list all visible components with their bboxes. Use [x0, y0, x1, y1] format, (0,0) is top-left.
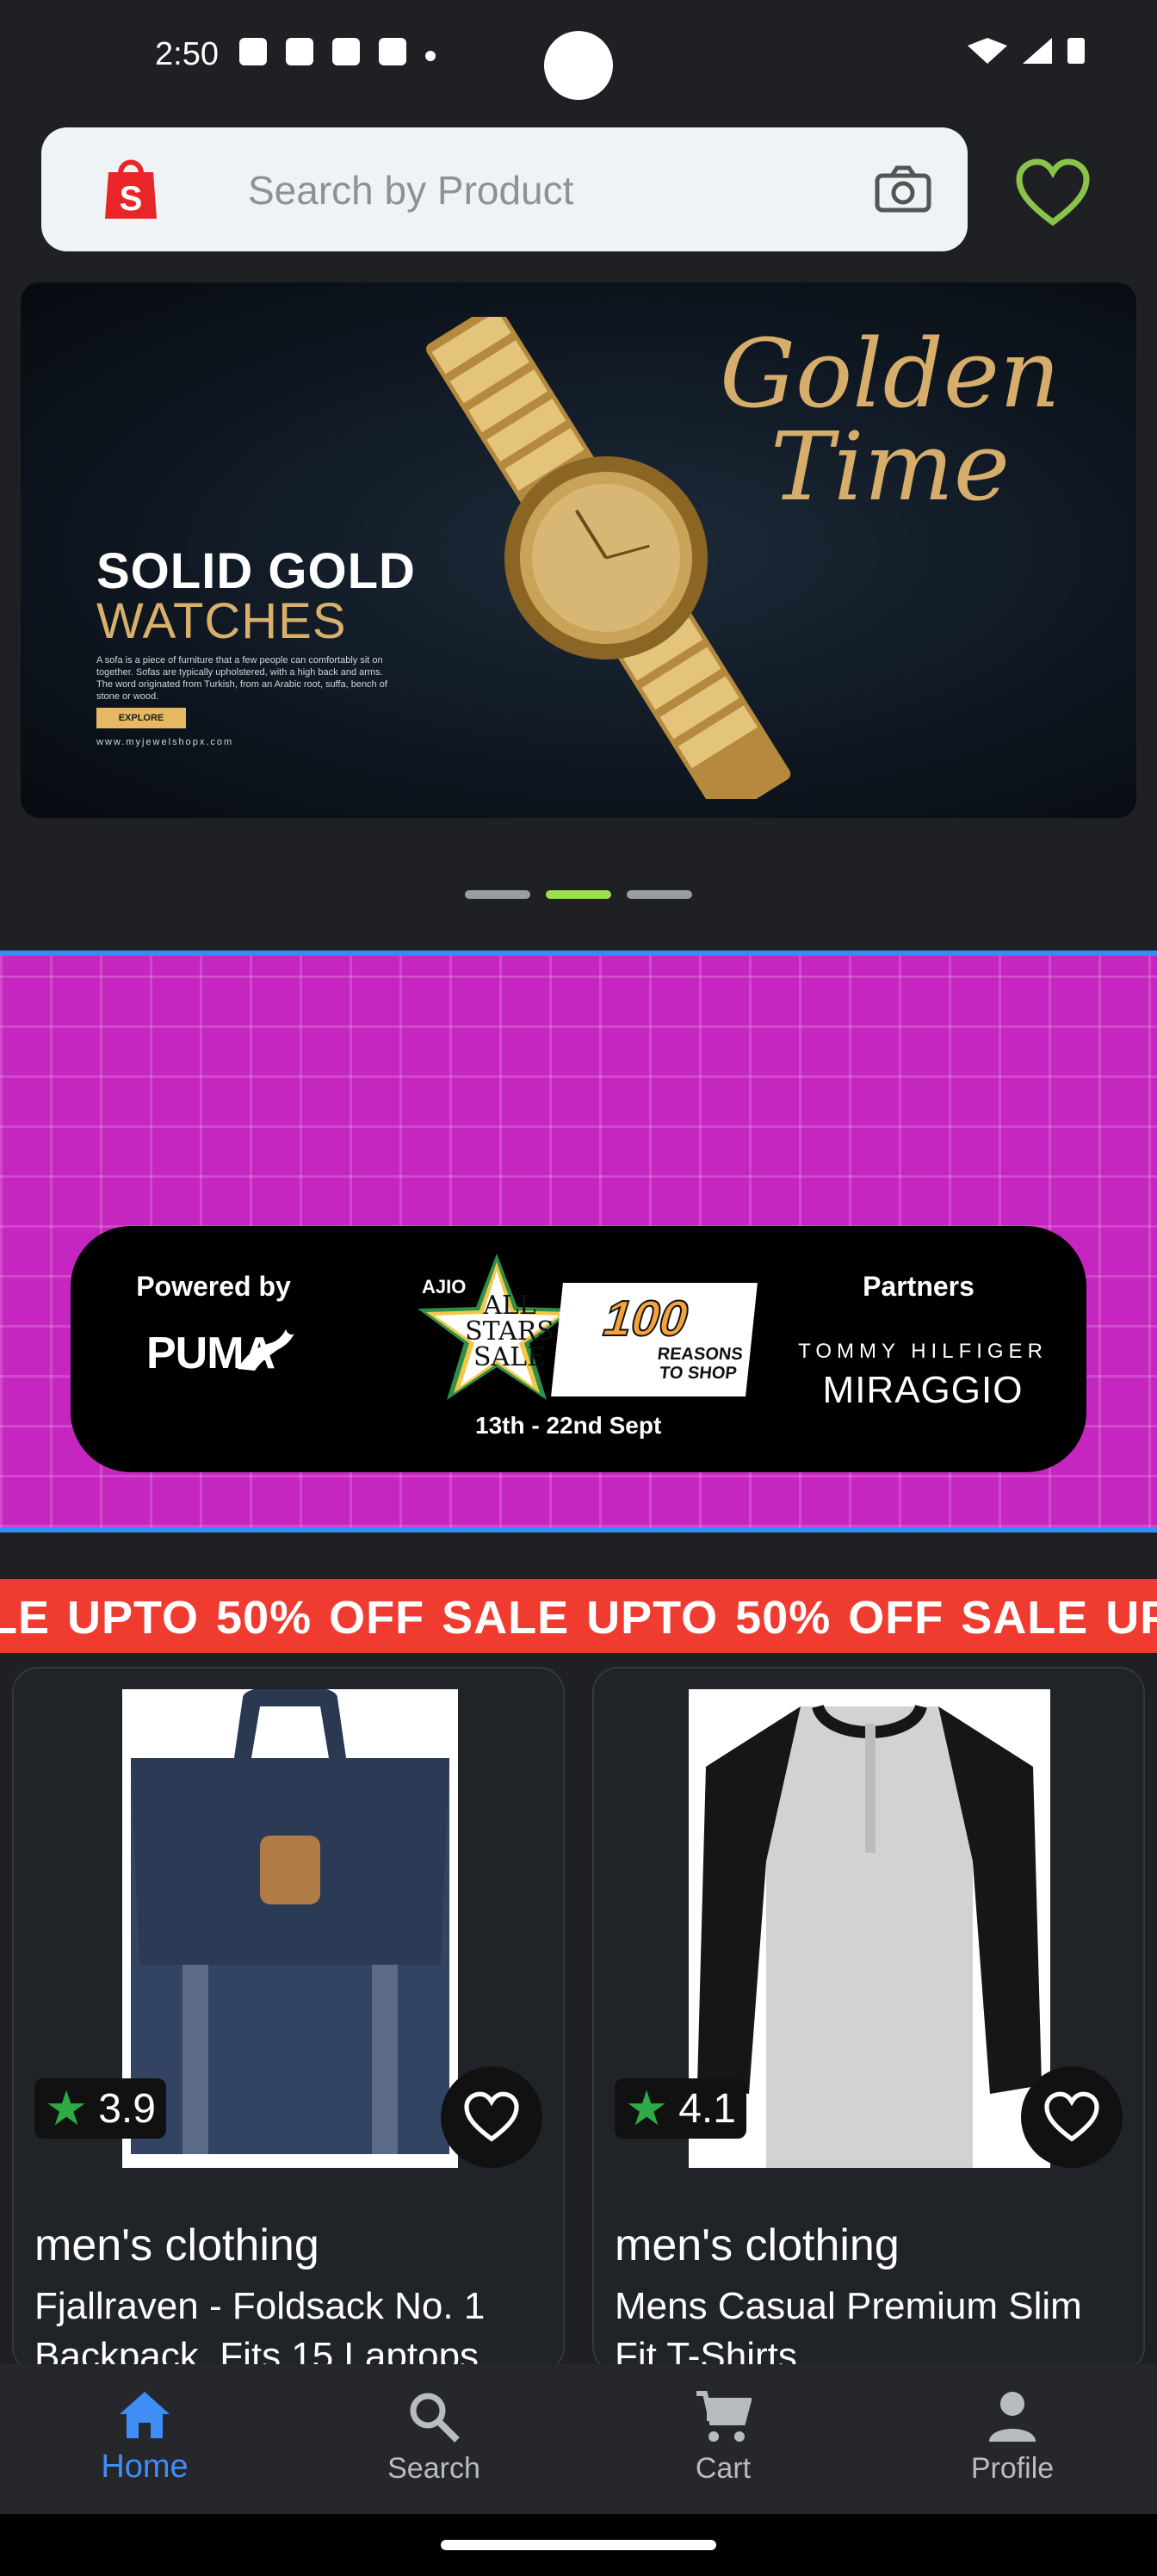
camera-icon[interactable] [875, 165, 931, 214]
signal-icon [1023, 38, 1052, 64]
nav-search-label: Search [387, 2452, 480, 2485]
product-image-backpack [122, 1689, 458, 2168]
notification-icons [239, 38, 436, 65]
product-title: Mens Casual Premium Slim Fit T-Shirts [615, 2285, 1082, 2373]
banner-website: www.myjewelshopx.com [96, 737, 234, 747]
nav-cart-label: Cart [695, 2452, 752, 2485]
svg-text:S: S [120, 180, 143, 218]
banner-description: A sofa is a piece of furniture that a fe… [96, 655, 387, 702]
camera-cutout [544, 31, 613, 100]
cart-icon [696, 2391, 752, 2442]
reasons-badge: 100 REASONS TO SHOP [551, 1283, 758, 1396]
search-bar[interactable]: S Search by Product [41, 127, 968, 251]
gold-watch-image [426, 317, 791, 799]
sale-dates: 13th - 22nd Sept [475, 1412, 662, 1439]
partner-miraggio: MIRAGGIO [822, 1369, 1024, 1411]
wishlist-heart-icon[interactable] [1016, 158, 1090, 227]
rating-badge: ★ 4.1 [615, 2078, 746, 2139]
carousel-dot[interactable] [465, 890, 530, 899]
rating-value: 4.1 [678, 2085, 736, 2132]
product-category: men's clothing [615, 2220, 900, 2270]
status-bar: 2:50 [0, 0, 1157, 103]
shop-logo-icon: S [105, 159, 157, 219]
star-icon: ★ [625, 2081, 669, 2135]
system-icons [968, 38, 1085, 64]
partner-tommy-hilfiger: TOMMY HILFIGER [798, 1340, 1048, 1363]
favorite-button[interactable] [441, 2066, 542, 2168]
home-icon [120, 2392, 170, 2438]
bottom-navigation: Home Search Cart Profile [0, 2364, 1157, 2514]
status-time: 2:50 [155, 36, 219, 72]
ticker-text: SALE UPTO 50% OFF SALE UPTO 50% OFF SALE… [0, 1592, 1157, 1644]
sd-card-icon [379, 38, 406, 65]
play-icon [332, 38, 360, 65]
product-category: men's clothing [34, 2220, 319, 2270]
dot-icon [425, 51, 436, 61]
heart-icon [464, 2091, 519, 2142]
promo-pill: Powered by PUMA AJIO ALL STARS SALE 100 … [71, 1226, 1086, 1472]
battery-icon [1067, 38, 1085, 64]
rating-value: 3.9 [98, 2085, 156, 2132]
nav-profile[interactable]: Profile [868, 2364, 1157, 2514]
app-screen: 2:50 S Search by Product Golden Time SOL… [0, 0, 1157, 2576]
banner-title: SOLID GOLD [96, 543, 416, 599]
sale-ticker: SALE UPTO 50% OFF SALE UPTO 50% OFF SALE… [0, 1579, 1157, 1653]
puma-cat-icon [238, 1329, 294, 1371]
hero-banner[interactable]: Golden Time SOLID GOLD WATCHES A sofa is… [21, 282, 1136, 818]
nav-home[interactable]: Home [0, 2364, 289, 2514]
powered-by-label: Powered by [136, 1271, 291, 1302]
product-card[interactable]: ★ 4.1 men's clothing Mens Casual Premium… [592, 1667, 1145, 2373]
search-icon [410, 2393, 460, 2443]
product-card[interactable]: ★ 3.9 men's clothing Fjallraven - Foldsa… [12, 1667, 565, 2373]
search-placeholder[interactable]: Search by Product [248, 167, 573, 214]
profile-icon [989, 2392, 1036, 2442]
notification-icon [239, 38, 267, 65]
rating-badge: ★ 3.9 [34, 2078, 166, 2139]
product-title: Fjallraven - Foldsack No. 1 Backpack, Fi… [34, 2285, 486, 2373]
star-icon: ★ [45, 2081, 89, 2135]
explore-button[interactable]: EXPLORE [96, 708, 186, 728]
nav-search[interactable]: Search [289, 2364, 578, 2514]
all-stars-sale-label: ALL STARS SALE [465, 1291, 554, 1372]
home-gesture-bar[interactable] [441, 2540, 716, 2550]
nav-home-label: Home [101, 2449, 189, 2485]
nav-cart[interactable]: Cart [578, 2364, 868, 2514]
promo-banner[interactable]: Powered by PUMA AJIO ALL STARS SALE 100 … [0, 951, 1157, 1533]
reasons-label: REASONS TO SHOP [656, 1345, 744, 1383]
notification-icon [286, 38, 313, 65]
carousel-indicator [465, 890, 692, 899]
carousel-dot[interactable] [627, 890, 692, 899]
banner-subtitle: WATCHES [96, 593, 347, 649]
nav-profile-label: Profile [970, 2452, 1055, 2485]
partners-label: Partners [863, 1271, 974, 1302]
hundred-label: 100 [600, 1290, 691, 1347]
favorite-button[interactable] [1021, 2066, 1123, 2168]
heart-icon [1044, 2091, 1099, 2142]
carousel-dot-active[interactable] [546, 890, 611, 899]
wifi-icon [968, 38, 1007, 64]
